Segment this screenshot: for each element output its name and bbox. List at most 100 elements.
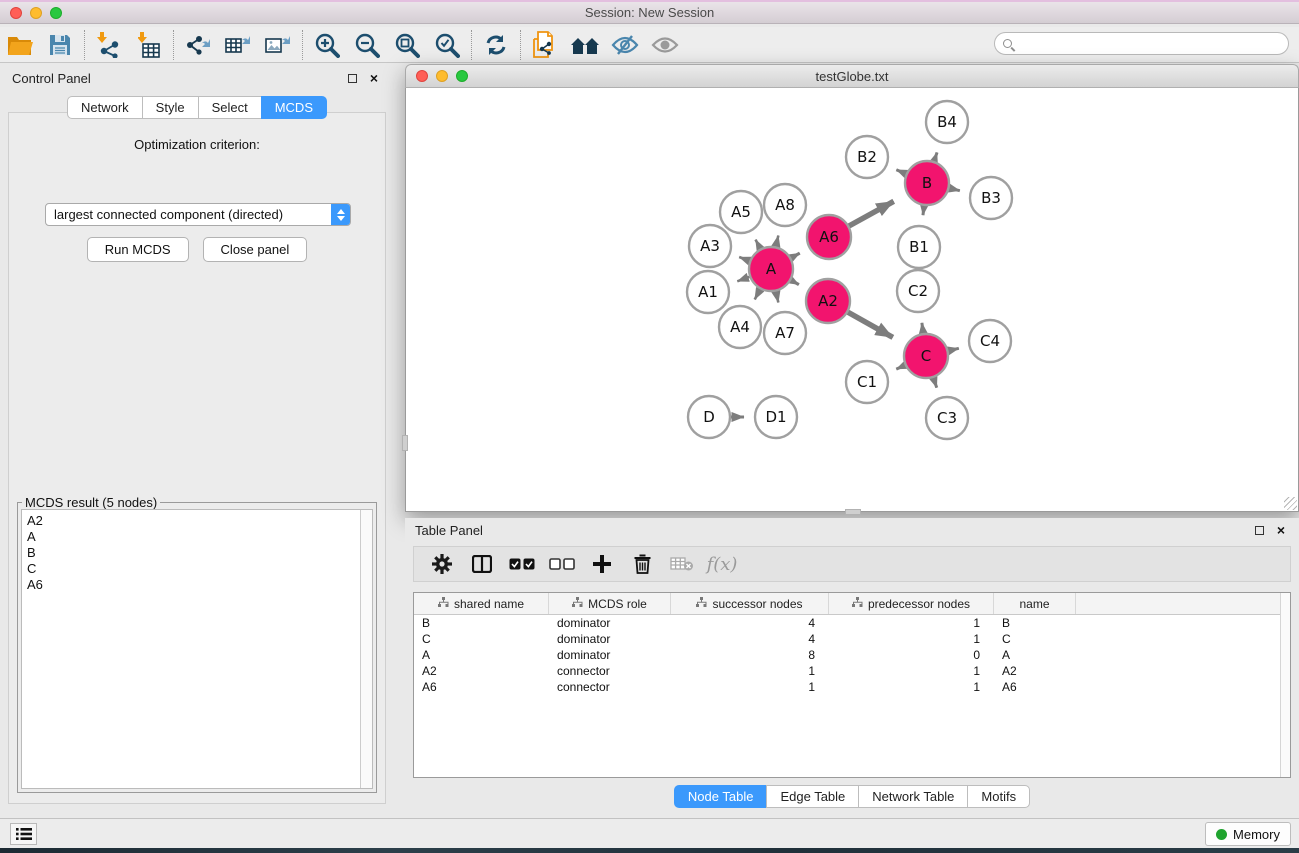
- graph-node-B1[interactable]: B1: [898, 226, 940, 268]
- tab-network[interactable]: Network: [67, 96, 143, 119]
- graph-node-D[interactable]: D: [688, 396, 730, 438]
- network-from-selection-icon[interactable]: [525, 29, 565, 61]
- show-columns-icon[interactable]: [464, 549, 500, 579]
- mcds-result-item[interactable]: A2: [27, 513, 355, 529]
- close-window-button[interactable]: [10, 7, 22, 19]
- refresh-icon[interactable]: [476, 29, 516, 61]
- minimize-window-button[interactable]: [30, 7, 42, 19]
- graph-node-A1[interactable]: A1: [687, 271, 729, 313]
- network-close-button[interactable]: [416, 70, 428, 82]
- network-graph[interactable]: B4 B2 B B3 A5A8A6 A3 B1 A A1 C2 A2 A4A7 C4 C C1 C3 D D1: [406, 88, 1298, 510]
- hide-selected-icon[interactable]: [605, 29, 645, 61]
- float-panel-icon[interactable]: [344, 71, 360, 85]
- horizontal-splitter-handle[interactable]: [402, 435, 408, 451]
- close-panel-icon[interactable]: ×: [366, 71, 382, 85]
- mcds-result-item[interactable]: B: [27, 545, 355, 561]
- column-header-shared-name[interactable]: shared name: [414, 593, 549, 614]
- export-image-icon[interactable]: [258, 29, 298, 61]
- graph-node-A6[interactable]: A6: [807, 215, 851, 259]
- network-minimize-button[interactable]: [436, 70, 448, 82]
- main-toolbar: [0, 27, 1299, 63]
- deselect-all-icon[interactable]: [544, 549, 580, 579]
- import-network-icon[interactable]: [89, 29, 129, 61]
- task-history-button[interactable]: [10, 823, 37, 845]
- tab-edge-table[interactable]: Edge Table: [766, 785, 859, 808]
- mcds-result-group: MCDS result (5 nodes) A2ABCA6: [17, 502, 377, 793]
- mcds-result-item[interactable]: C: [27, 561, 355, 577]
- graph-node-A2[interactable]: A2: [806, 279, 850, 323]
- graph-node-A[interactable]: A: [749, 247, 793, 291]
- vertical-splitter-handle[interactable]: [845, 509, 861, 515]
- memory-button[interactable]: Memory: [1205, 822, 1291, 846]
- graph-node-B3[interactable]: B3: [970, 177, 1012, 219]
- table-row[interactable]: A6connector11A6: [414, 679, 1280, 695]
- graph-node-C2[interactable]: C2: [897, 270, 939, 312]
- table-row[interactable]: A2connector11A2: [414, 663, 1280, 679]
- graph-node-C[interactable]: C: [904, 334, 948, 378]
- delete-column-trash-icon[interactable]: [624, 549, 660, 579]
- import-table-icon[interactable]: [129, 29, 169, 61]
- graph-node-B[interactable]: B: [905, 161, 949, 205]
- zoom-out-icon[interactable]: [347, 29, 387, 61]
- mcds-result-item[interactable]: A: [27, 529, 355, 545]
- svg-text:B1: B1: [909, 238, 929, 256]
- table-close-icon[interactable]: ×: [1273, 523, 1289, 537]
- graph-node-A8[interactable]: A8: [764, 184, 806, 226]
- optimization-criterion-select[interactable]: largest connected component (directed): [45, 203, 351, 226]
- memory-status-icon: [1216, 829, 1227, 840]
- column-header-successor-nodes[interactable]: successor nodes: [671, 593, 829, 614]
- table-row[interactable]: Adominator80A: [414, 647, 1280, 663]
- mcds-result-item[interactable]: A6: [27, 577, 355, 593]
- tab-network-table[interactable]: Network Table: [858, 785, 968, 808]
- result-list-scrollbar[interactable]: [360, 510, 372, 788]
- search-input[interactable]: [1018, 35, 1288, 53]
- table-row[interactable]: Cdominator41C: [414, 631, 1280, 647]
- tab-mcds[interactable]: MCDS: [261, 96, 327, 119]
- graph-node-B4[interactable]: B4: [926, 101, 968, 143]
- graph-node-A3[interactable]: A3: [689, 225, 731, 267]
- open-session-icon[interactable]: [0, 29, 40, 61]
- tab-select[interactable]: Select: [198, 96, 262, 119]
- close-panel-button[interactable]: Close panel: [203, 237, 308, 262]
- function-builder-icon[interactable]: f(x): [704, 549, 740, 579]
- save-session-icon[interactable]: [40, 29, 80, 61]
- table-row[interactable]: Bdominator41B: [414, 615, 1280, 631]
- column-header-MCDS-role[interactable]: MCDS role: [549, 593, 671, 614]
- column-header-predecessor-nodes[interactable]: predecessor nodes: [829, 593, 994, 614]
- first-neighbors-icon[interactable]: [565, 29, 605, 61]
- select-all-icon[interactable]: [504, 549, 540, 579]
- zoom-window-button[interactable]: [50, 7, 62, 19]
- network-zoom-button[interactable]: [456, 70, 468, 82]
- zoom-fit-icon[interactable]: [387, 29, 427, 61]
- table-float-icon[interactable]: [1251, 523, 1267, 537]
- create-column-plus-icon[interactable]: [584, 549, 620, 579]
- node-table[interactable]: shared nameMCDS rolesuccessor nodesprede…: [413, 592, 1291, 778]
- mcds-result-list[interactable]: A2ABCA6: [21, 509, 373, 789]
- resize-grip-icon[interactable]: [1284, 497, 1297, 510]
- tab-motifs[interactable]: Motifs: [967, 785, 1030, 808]
- tab-node-table[interactable]: Node Table: [674, 785, 768, 808]
- table-scrollbar[interactable]: [1280, 593, 1290, 777]
- graph-node-A7[interactable]: A7: [764, 312, 806, 354]
- zoom-selected-icon[interactable]: [427, 29, 467, 61]
- graph-node-C1[interactable]: C1: [846, 361, 888, 403]
- export-table-icon[interactable]: [218, 29, 258, 61]
- export-network-icon[interactable]: [178, 29, 218, 61]
- tab-style[interactable]: Style: [142, 96, 199, 119]
- zoom-in-icon[interactable]: [307, 29, 347, 61]
- column-header-name[interactable]: name: [994, 593, 1076, 614]
- delete-table-icon[interactable]: [664, 549, 700, 579]
- table-settings-gear-icon[interactable]: [424, 549, 460, 579]
- network-window-titlebar[interactable]: testGlobe.txt: [405, 64, 1299, 88]
- graph-node-B2[interactable]: B2: [846, 136, 888, 178]
- graph-node-D1[interactable]: D1: [755, 396, 797, 438]
- graph-node-A5[interactable]: A5: [720, 191, 762, 233]
- show-all-icon[interactable]: [645, 29, 685, 61]
- search-field[interactable]: [994, 32, 1289, 55]
- table-cell: C: [414, 631, 549, 647]
- network-canvas[interactable]: B4 B2 B B3 A5A8A6 A3 B1 A A1 C2 A2 A4A7 C4 C C1 C3 D D1: [405, 88, 1299, 512]
- graph-node-C4[interactable]: C4: [969, 320, 1011, 362]
- graph-node-A4[interactable]: A4: [719, 306, 761, 348]
- run-mcds-button[interactable]: Run MCDS: [87, 237, 189, 262]
- graph-node-C3[interactable]: C3: [926, 397, 968, 439]
